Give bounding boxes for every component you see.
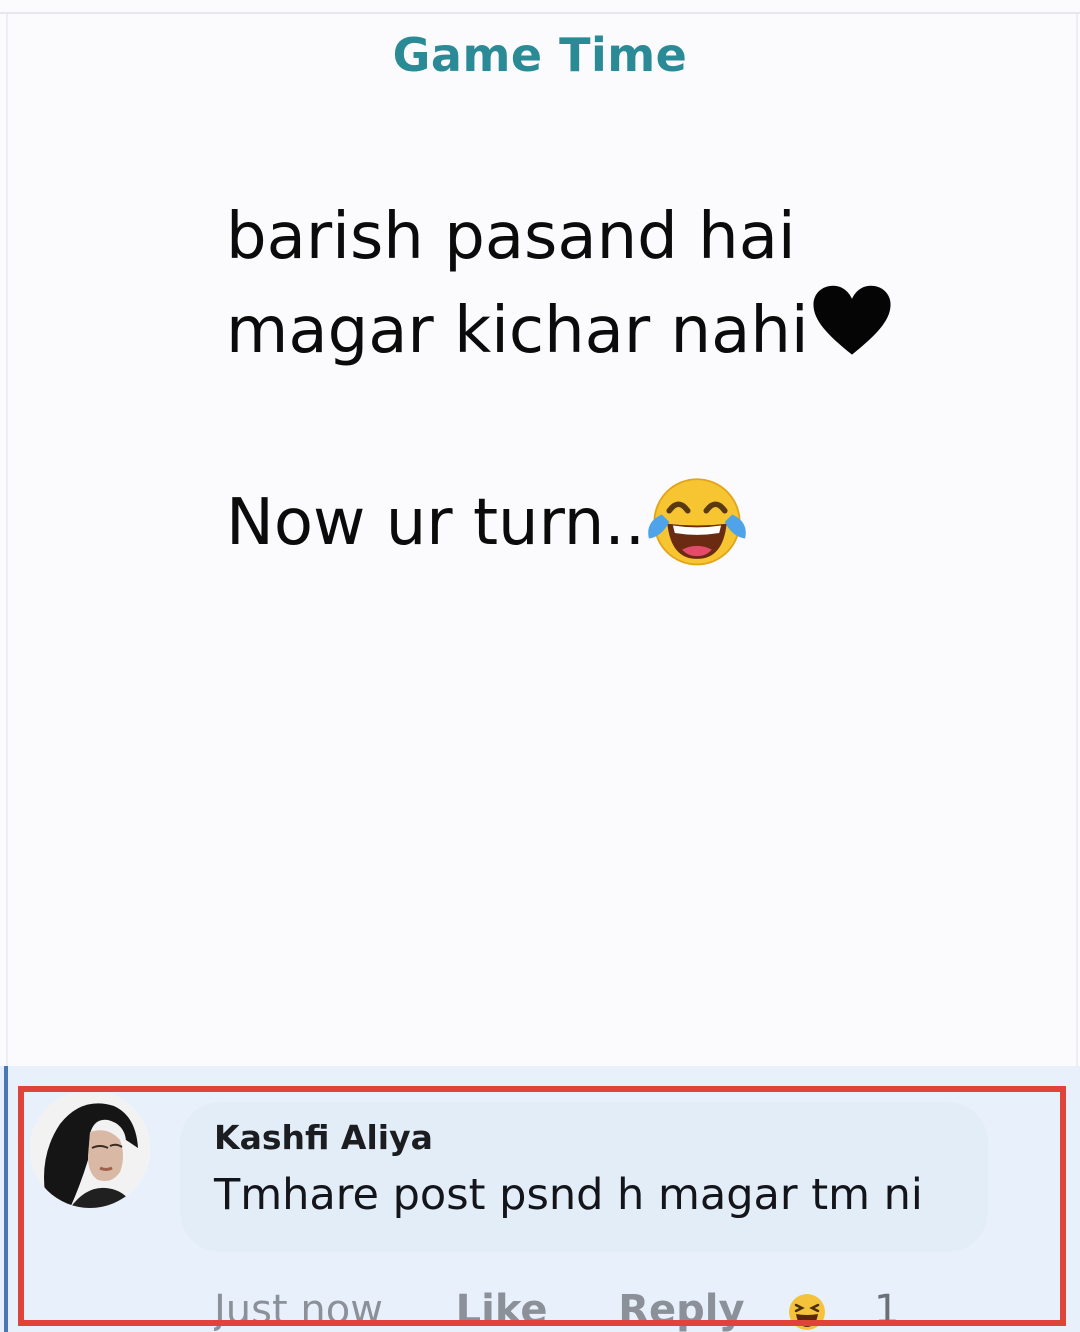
- post-text-body: barish pasand hai magar kichar nahi Now …: [226, 190, 1026, 570]
- comment-accent-bar: [4, 1066, 8, 1332]
- divider: [6, 14, 8, 1074]
- post-line: barish pasand hai: [226, 190, 1026, 284]
- black-heart-icon: [813, 285, 891, 355]
- highlight-outline: [18, 1086, 1066, 1326]
- face-with-tears-of-joy-icon: [648, 478, 746, 566]
- divider: [1076, 14, 1078, 1074]
- post-header-title: Game Time: [392, 28, 688, 82]
- post-line: Now ur turn..: [226, 470, 1026, 570]
- post-line: magar kichar nahi: [226, 284, 1026, 378]
- post-line-text: Now ur turn..: [226, 486, 646, 560]
- divider: [0, 12, 1080, 14]
- post-line-text: magar kichar nahi: [226, 294, 809, 368]
- post-line-text: barish pasand hai: [226, 200, 796, 274]
